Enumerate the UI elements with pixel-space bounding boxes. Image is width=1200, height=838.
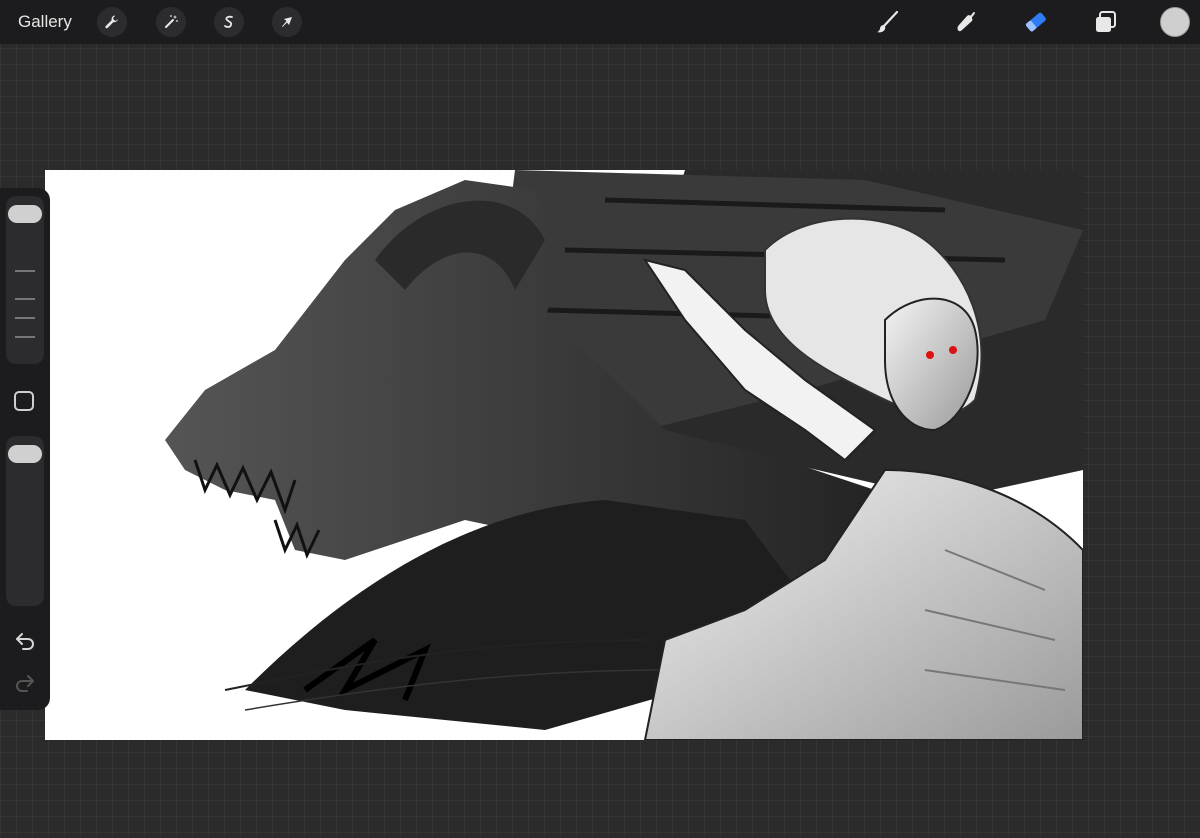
eraser-tool-button[interactable] — [1020, 6, 1052, 38]
gallery-button[interactable]: Gallery — [18, 12, 72, 32]
undo-icon — [16, 633, 34, 650]
drawing-canvas[interactable] — [45, 170, 1083, 740]
wrench-icon — [105, 15, 118, 29]
slider-tick — [15, 298, 35, 300]
layers-icon — [1096, 11, 1116, 32]
brush-size-slider[interactable] — [6, 196, 44, 364]
brush-tool-button[interactable] — [872, 6, 904, 38]
selection-button[interactable] — [214, 7, 244, 37]
character-eye — [926, 351, 934, 359]
brush-sidebar — [0, 188, 50, 710]
eraser-icon — [1025, 12, 1046, 32]
redo-icon — [16, 675, 34, 692]
redo-button[interactable] — [12, 670, 38, 696]
smudge-icon — [957, 12, 975, 32]
slider-tick — [15, 336, 35, 338]
undo-button[interactable] — [12, 628, 38, 654]
adjustments-button[interactable] — [156, 7, 186, 37]
magic-wand-icon — [165, 15, 178, 28]
transform-button[interactable] — [272, 7, 302, 37]
slider-tick — [15, 317, 35, 319]
transform-arrow-icon — [282, 17, 292, 27]
smudge-tool-button[interactable] — [948, 6, 980, 38]
layers-button[interactable] — [1090, 6, 1122, 38]
brush-size-thumb[interactable] — [8, 205, 42, 224]
opacity-thumb[interactable] — [8, 445, 42, 464]
slider-tick — [15, 270, 35, 272]
top-toolbar: Gallery — [0, 0, 1200, 44]
selection-icon — [224, 15, 233, 28]
opacity-slider[interactable] — [6, 436, 44, 606]
artwork — [165, 170, 1083, 740]
modify-square-icon[interactable] — [14, 391, 34, 411]
brush-icon — [877, 10, 899, 33]
actions-button[interactable] — [97, 7, 127, 37]
color-picker-button[interactable] — [1160, 7, 1190, 37]
